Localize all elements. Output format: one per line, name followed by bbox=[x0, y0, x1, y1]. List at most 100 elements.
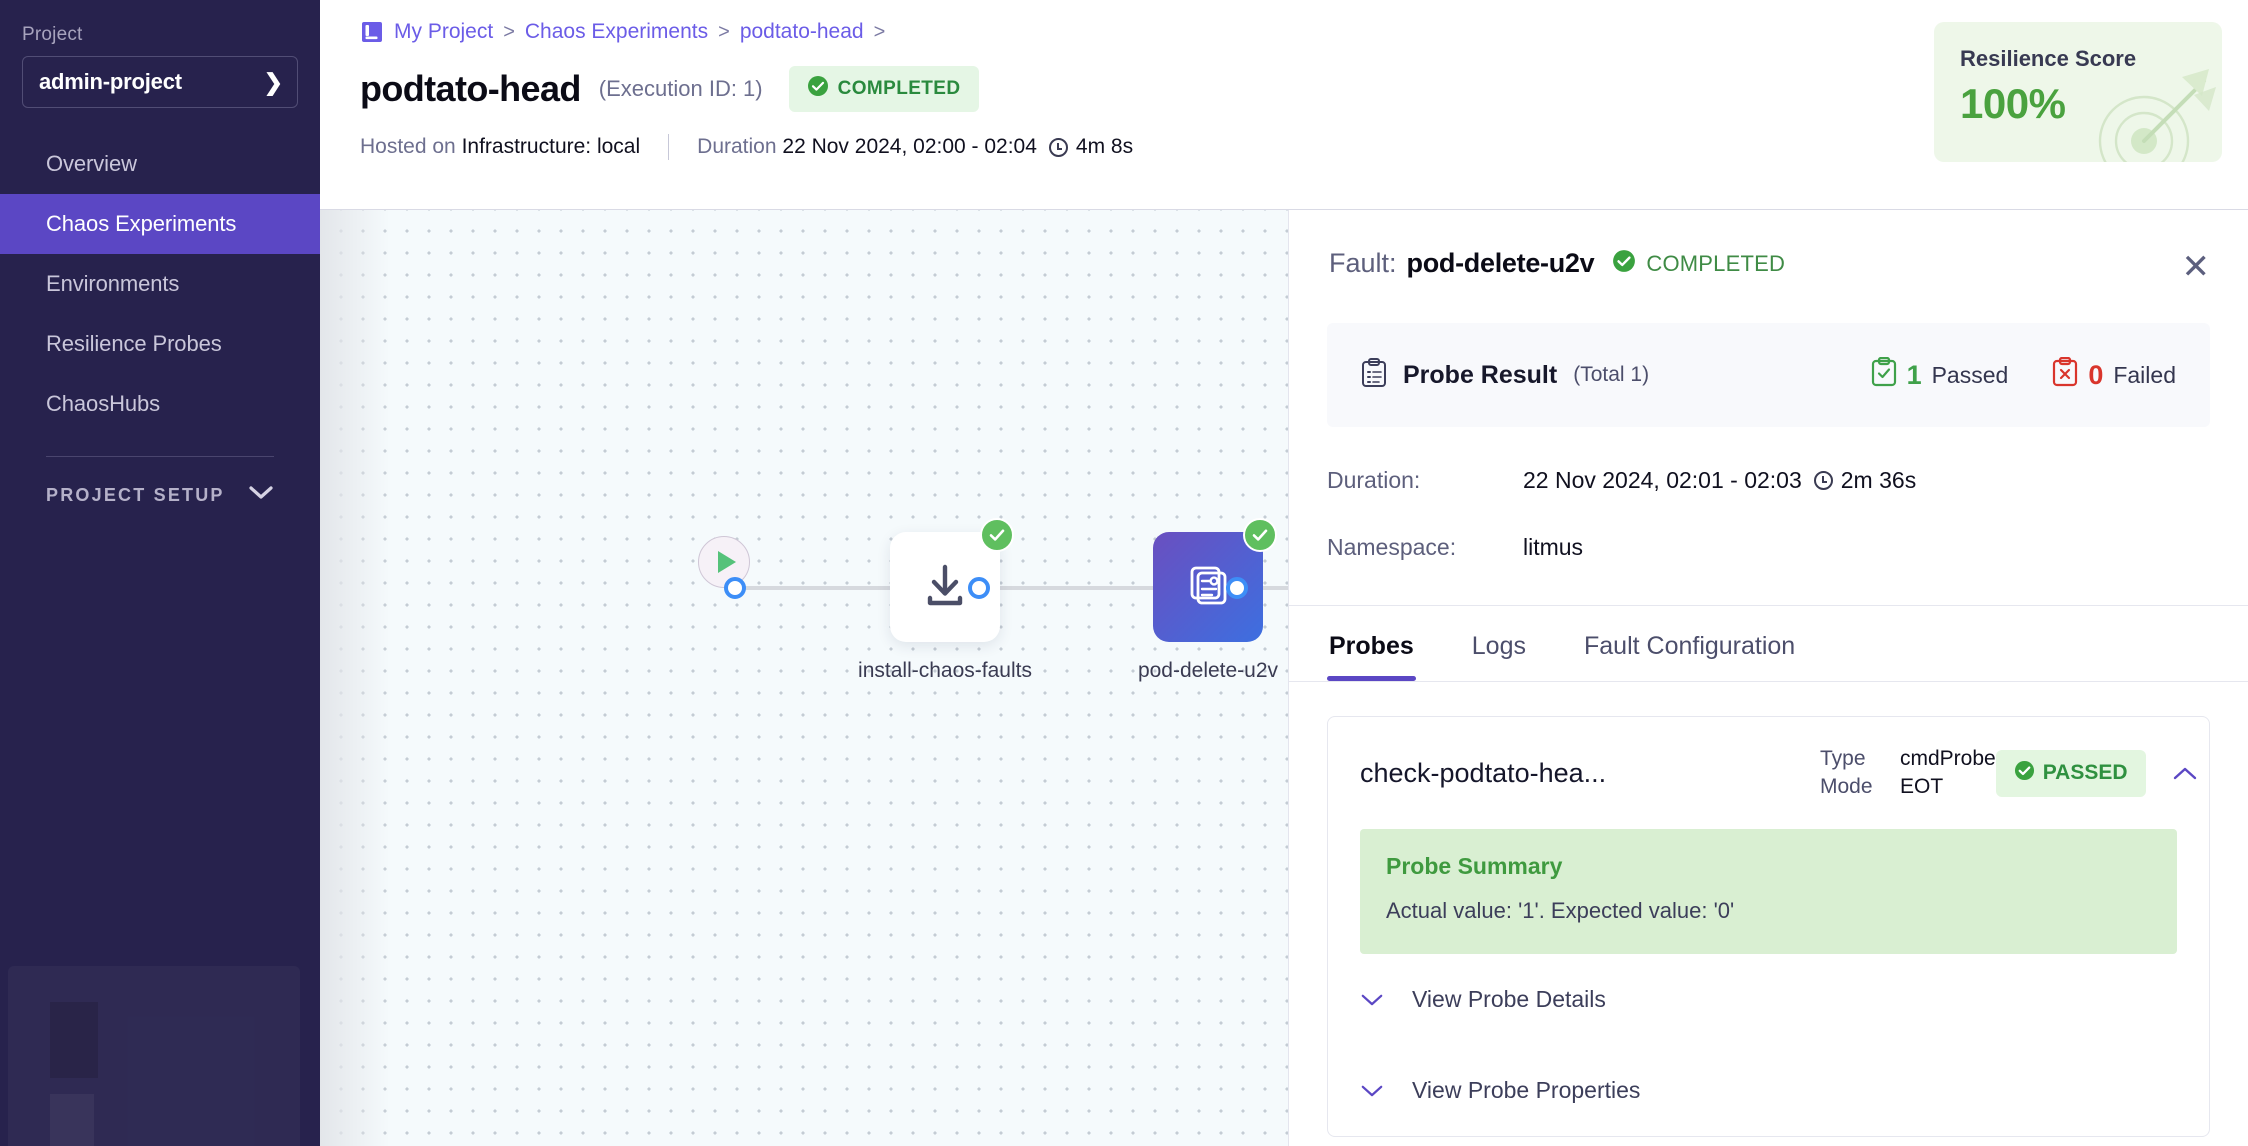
tab-probes[interactable]: Probes bbox=[1327, 606, 1416, 681]
hosted-on-value: Infrastructure: local bbox=[461, 135, 641, 158]
duration-value: 22 Nov 2024, 02:00 - 02:04 bbox=[782, 135, 1037, 158]
clipboard-icon bbox=[1361, 357, 1387, 393]
clipboard-check-icon bbox=[1871, 356, 1897, 393]
probe-status-badge: PASSED bbox=[1995, 749, 2146, 797]
probe-failed-stat: 0 Failed bbox=[2052, 356, 2176, 393]
probe-summary-box: Probe Summary Actual value: '1'. Expecte… bbox=[1360, 829, 2177, 954]
sidebar-item-label: Overview bbox=[46, 151, 137, 176]
duration-label: Duration bbox=[697, 135, 777, 158]
probe-card: check-podtato-hea... Type cmdProbe Mode … bbox=[1327, 716, 2210, 1137]
breadcrumb-item-podtato-head[interactable]: podtato-head bbox=[740, 20, 864, 44]
sidebar-nav: Overview Chaos Experiments Environments … bbox=[0, 134, 320, 434]
main-area: My Project > Chaos Experiments > podtato… bbox=[320, 0, 2248, 1146]
sidebar-item-label: ChaosHubs bbox=[46, 391, 161, 416]
probe-status-label: PASSED bbox=[2042, 761, 2128, 784]
sidebar-section-label: PROJECT SETUP bbox=[46, 485, 225, 505]
chevron-down-icon bbox=[248, 485, 274, 506]
tab-label: Fault Configuration bbox=[1583, 632, 1796, 660]
fault-detail-panel: Fault: pod-delete-u2v COMPLETED ✕ Probe … bbox=[1288, 210, 2248, 1146]
breadcrumb-separator: > bbox=[873, 20, 886, 43]
sidebar-item-environments[interactable]: Environments bbox=[0, 254, 320, 314]
node-status-check-icon bbox=[1243, 518, 1277, 552]
tabs-underline bbox=[1289, 681, 2248, 682]
graph-port[interactable] bbox=[968, 577, 990, 599]
fault-duration-range: 22 Nov 2024, 02:01 - 02:03 bbox=[1523, 467, 1802, 493]
target-arrow-icon bbox=[2082, 63, 2222, 162]
topbar: My Project > Chaos Experiments > podtato… bbox=[320, 0, 2248, 210]
sidebar-bottom-block-1 bbox=[50, 1002, 98, 1078]
probe-name: check-podtato-hea... bbox=[1360, 757, 1607, 788]
sidebar-item-overview[interactable]: Overview bbox=[0, 134, 320, 194]
probe-type-value: cmdProbe bbox=[1900, 747, 1996, 770]
fault-namespace-row: Namespace: litmus bbox=[1327, 534, 2210, 561]
breadcrumb-item-chaos-experiments[interactable]: Chaos Experiments bbox=[525, 20, 708, 44]
check-circle-icon bbox=[2014, 760, 2035, 787]
probe-result-counts: 1 Passed 0 Failed bbox=[1871, 356, 2176, 393]
fault-label: Fault: bbox=[1329, 248, 1397, 278]
sidebar-item-resilience-probes[interactable]: Resilience Probes bbox=[0, 314, 320, 374]
hosted-on-label: Hosted on bbox=[360, 135, 456, 158]
pipeline-canvas[interactable]: install-chaos-faults pod-delete-u2v bbox=[320, 210, 1288, 1146]
breadcrumb-separator: > bbox=[718, 20, 730, 43]
probe-passed-count: 1 bbox=[1906, 359, 1922, 390]
tab-label: Logs bbox=[1471, 632, 1526, 660]
close-icon[interactable]: ✕ bbox=[2182, 250, 2211, 284]
sidebar-bottom-panel bbox=[8, 966, 300, 1146]
sidebar-bottom-block-2 bbox=[50, 1094, 94, 1146]
fault-duration-value: 22 Nov 2024, 02:01 - 02:03 2m 36s bbox=[1523, 467, 1916, 494]
sidebar-item-label: Chaos Experiments bbox=[46, 211, 237, 236]
execution-id: (Execution ID: 1) bbox=[598, 76, 763, 101]
view-probe-details-row[interactable]: View Probe Details bbox=[1328, 954, 2209, 1045]
probe-mode-key: Mode bbox=[1820, 775, 1873, 798]
view-probe-properties-label: View Probe Properties bbox=[1412, 1077, 1641, 1103]
probe-type-mode: Type cmdProbe Mode EOT bbox=[1820, 743, 1996, 803]
project-selector[interactable]: admin-project ❯ bbox=[22, 56, 298, 108]
download-icon bbox=[918, 558, 972, 617]
view-probe-properties-row[interactable]: View Probe Properties bbox=[1328, 1045, 2209, 1136]
probe-result-total: (Total 1) bbox=[1573, 363, 1650, 386]
project-selector-value: admin-project bbox=[39, 69, 182, 94]
sidebar-section-project-setup[interactable]: PROJECT SETUP bbox=[0, 485, 320, 506]
probe-mode-value: EOT bbox=[1900, 775, 1944, 798]
breadcrumb-separator: > bbox=[503, 20, 515, 43]
sidebar-item-label: Resilience Probes bbox=[46, 331, 222, 356]
chevron-up-icon[interactable] bbox=[2172, 758, 2198, 789]
clipboard-x-icon bbox=[2052, 356, 2078, 393]
page-title: podtato-head bbox=[360, 68, 581, 109]
probe-result-summary: Probe Result (Total 1) 1 Passed 0 Failed bbox=[1327, 323, 2210, 427]
app-root: Project admin-project ❯ Overview Chaos E… bbox=[0, 0, 2248, 1146]
check-circle-icon bbox=[807, 75, 829, 103]
status-badge: COMPLETED bbox=[788, 66, 979, 112]
breadcrumb-item-my-project[interactable]: My Project bbox=[394, 20, 493, 44]
probe-summary-text: Actual value: '1'. Expected value: '0' bbox=[1386, 898, 1735, 923]
view-probe-details-label: View Probe Details bbox=[1412, 986, 1606, 1012]
probe-card-header: check-podtato-hea... Type cmdProbe Mode … bbox=[1328, 717, 2209, 829]
fault-namespace-value: litmus bbox=[1523, 534, 1584, 560]
fault-namespace-key: Namespace: bbox=[1327, 534, 1457, 560]
node-status-check-icon bbox=[980, 518, 1014, 552]
sidebar: Project admin-project ❯ Overview Chaos E… bbox=[0, 0, 320, 1146]
fault-duration-key: Duration: bbox=[1327, 467, 1421, 493]
fault-duration-elapsed: 2m 36s bbox=[1840, 467, 1917, 493]
graph-port[interactable] bbox=[724, 577, 746, 599]
panel-tabs: Probes Logs Fault Configuration bbox=[1289, 606, 2248, 681]
fault-duration-row: Duration: 22 Nov 2024, 02:01 - 02:03 2m … bbox=[1327, 467, 2210, 494]
check-circle-icon bbox=[1612, 249, 1636, 279]
sidebar-divider bbox=[46, 456, 274, 457]
graph-node-label: pod-delete-u2v bbox=[1137, 659, 1279, 682]
play-icon bbox=[718, 551, 736, 573]
tab-fault-configuration[interactable]: Fault Configuration bbox=[1582, 606, 1797, 681]
tab-logs[interactable]: Logs bbox=[1470, 606, 1528, 681]
probe-result-left: Probe Result (Total 1) bbox=[1361, 357, 1650, 393]
chevron-down-icon bbox=[1360, 987, 1384, 1013]
graph-port[interactable] bbox=[1226, 577, 1248, 599]
duration-elapsed: 4m 8s bbox=[1075, 135, 1134, 158]
meta-divider bbox=[668, 134, 670, 160]
sidebar-item-chaos-experiments[interactable]: Chaos Experiments bbox=[0, 194, 320, 254]
chevron-down-icon bbox=[1360, 1078, 1384, 1104]
resilience-score-card: Resilience Score 100% bbox=[1934, 22, 2222, 162]
project-icon bbox=[360, 20, 384, 44]
sidebar-item-chaoshubs[interactable]: ChaosHubs bbox=[0, 374, 320, 434]
probe-failed-label: Failed bbox=[2113, 361, 2176, 388]
probe-summary-title: Probe Summary bbox=[1386, 853, 1563, 879]
